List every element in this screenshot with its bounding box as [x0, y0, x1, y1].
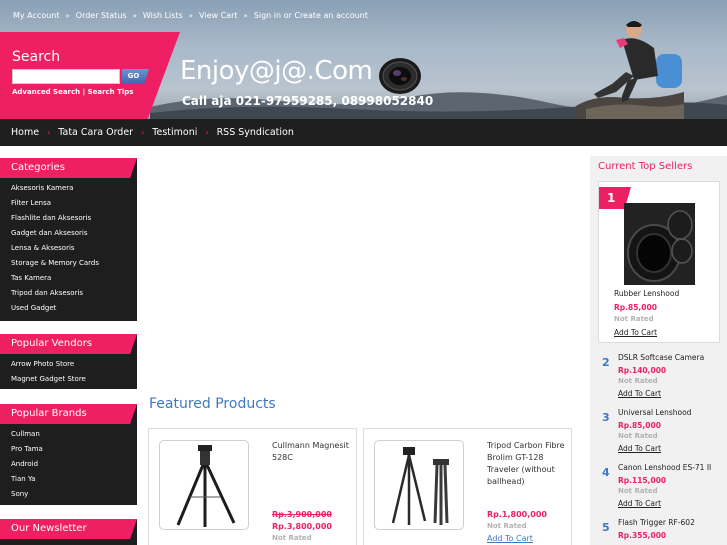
nav-separator: » [65, 11, 70, 20]
view-cart-link[interactable]: View Cart [199, 11, 237, 20]
top-seller-name[interactable]: Flash Trigger RF-602 [618, 518, 695, 527]
add-to-cart-link[interactable]: Add To Cart [618, 499, 661, 508]
top-seller-featured: 1 Rubber Lenshood Rp.85,000 Not Rated Ad… [598, 181, 720, 343]
brand-link[interactable]: Tian Ya [0, 472, 137, 487]
top-seller-price: Rp.355,000 [618, 531, 667, 540]
vendor-link[interactable]: Magnet Gadget Store [0, 372, 137, 387]
top-seller-rating: Not Rated [618, 432, 658, 440]
nav-home[interactable]: Home [11, 127, 39, 138]
add-to-cart-link[interactable]: Add To Cart [618, 389, 661, 398]
category-link[interactable]: Lensa & Aksesoris [0, 241, 137, 256]
nav-separator: » [188, 11, 194, 20]
sign-in-link[interactable]: Sign in or Create an account [254, 11, 368, 20]
contact-phone-text: Call aja 021-97959285, 08998052840 [182, 94, 434, 108]
rank-number: 2 [602, 356, 610, 369]
category-link[interactable]: Gadget dan Aksesoris [0, 226, 137, 241]
nav-separator: » [243, 11, 248, 20]
top-seller-name[interactable]: DSLR Softcase Camera [618, 353, 704, 362]
nav-arrow-icon: › [47, 128, 51, 137]
product-image[interactable] [374, 440, 464, 530]
rank-number: 5 [602, 521, 610, 534]
product-card: Cullmann Magnesit 528C Rp.3,900,000 Rp.3… [148, 428, 357, 545]
top-seller-rating: Not Rated [614, 315, 654, 323]
brand-link[interactable]: Sony [0, 487, 137, 502]
brand-link[interactable]: Pro Tama [0, 442, 137, 457]
vendors-heading: Popular Vendors [0, 334, 137, 354]
top-seller-rating: Not Rated [618, 377, 658, 385]
add-to-cart-link[interactable]: Add To Cart [618, 444, 661, 453]
wish-lists-link[interactable]: Wish Lists [143, 11, 183, 20]
my-account-link[interactable]: My Account [13, 11, 59, 20]
add-to-cart-link[interactable]: Add To Cart [614, 328, 657, 337]
rank-number: 4 [602, 466, 610, 479]
brand-link[interactable]: Android [0, 457, 137, 472]
rank-number: 3 [602, 411, 610, 424]
lenshood-image[interactable] [624, 203, 695, 285]
nav-separator: » [132, 11, 137, 20]
top-seller-price: Rp.140,000 [618, 366, 667, 375]
page: My Account » Order Status » Wish Lists »… [0, 0, 727, 545]
categories-panel: Categories Aksesoris Kamera Filter Lensa… [0, 158, 137, 321]
search-label: Search [12, 49, 61, 65]
top-seller-name[interactable]: Rubber Lenshood [614, 289, 679, 298]
categories-heading: Categories [0, 158, 137, 178]
site-logo-text[interactable]: Enjoy@j@.Com [180, 56, 373, 86]
left-sidebar: Categories Aksesoris Kamera Filter Lensa… [0, 146, 140, 545]
category-link[interactable]: Aksesoris Kamera [0, 181, 137, 196]
camera-lens-icon [379, 58, 421, 94]
product-rating: Not Rated [272, 534, 312, 542]
category-link[interactable]: Flashlite dan Aksesoris [0, 211, 137, 226]
vendors-panel: Popular Vendors Arrow Photo Store Magnet… [0, 334, 137, 389]
order-status-link[interactable]: Order Status [76, 11, 127, 20]
nav-arrow-icon: › [141, 128, 145, 137]
nav-rss-syndication[interactable]: RSS Syndication [217, 127, 294, 138]
tripod-icon [391, 447, 449, 525]
product-price: Rp.1,800,000 [487, 510, 547, 519]
category-link[interactable]: Used Gadget [0, 301, 137, 316]
top-seller-price: Rp.85,000 [618, 421, 661, 430]
product-name[interactable]: Cullmann Magnesit 528C [272, 440, 354, 464]
top-seller-price: Rp.85,000 [614, 303, 657, 312]
top-sellers-heading: Current Top Sellers [598, 161, 693, 172]
newsletter-panel: Our Newsletter [0, 519, 137, 545]
nav-testimoni[interactable]: Testimoni [152, 127, 197, 138]
add-to-cart-link[interactable]: Add To Cart [487, 534, 533, 543]
right-sidebar: Current Top Sellers 1 Rubber Lenshood Rp… [590, 156, 727, 545]
brand-link[interactable]: Cullman [0, 427, 137, 442]
header-banner: My Account » Order Status » Wish Lists »… [0, 0, 727, 119]
nav-tata-cara-order[interactable]: Tata Cara Order [58, 127, 133, 138]
brands-heading: Popular Brands [0, 404, 137, 424]
vendor-link[interactable]: Arrow Photo Store [0, 357, 137, 372]
category-link[interactable]: Filter Lensa [0, 196, 137, 211]
search-help-links[interactable]: Advanced Search | Search Tips [12, 88, 133, 96]
top-seller-name[interactable]: Canon Lenshood ES-71 II [618, 463, 711, 472]
hiker-photo [576, 21, 684, 119]
featured-products-heading: Featured Products [149, 396, 276, 412]
product-card: Tripod Carbon Fibre Brolim GT-128 Travel… [363, 428, 572, 545]
nav-arrow-icon: › [205, 128, 209, 137]
category-link[interactable]: Tripod dan Aksesoris [0, 286, 137, 301]
brands-panel: Popular Brands Cullman Pro Tama Android … [0, 404, 137, 505]
category-link[interactable]: Tas Kamera [0, 271, 137, 286]
category-link[interactable]: Storage & Memory Cards [0, 256, 137, 271]
product-old-price: Rp.3,900,000 [272, 510, 332, 519]
main-navigation: Home › Tata Cara Order › Testimoni › RSS… [0, 119, 727, 146]
newsletter-heading: Our Newsletter [0, 519, 137, 539]
top-seller-price: Rp.115,000 [618, 476, 667, 485]
top-seller-name[interactable]: Universal Lenshood [618, 408, 691, 417]
search-input[interactable] [12, 69, 120, 84]
tripod-icon [176, 445, 236, 527]
product-price: Rp.3,800,000 [272, 522, 332, 531]
top-seller-rating: Not Rated [618, 487, 658, 495]
product-rating: Not Rated [487, 522, 527, 530]
product-image[interactable] [159, 440, 249, 530]
product-name[interactable]: Tripod Carbon Fibre Brolim GT-128 Travel… [487, 440, 569, 488]
